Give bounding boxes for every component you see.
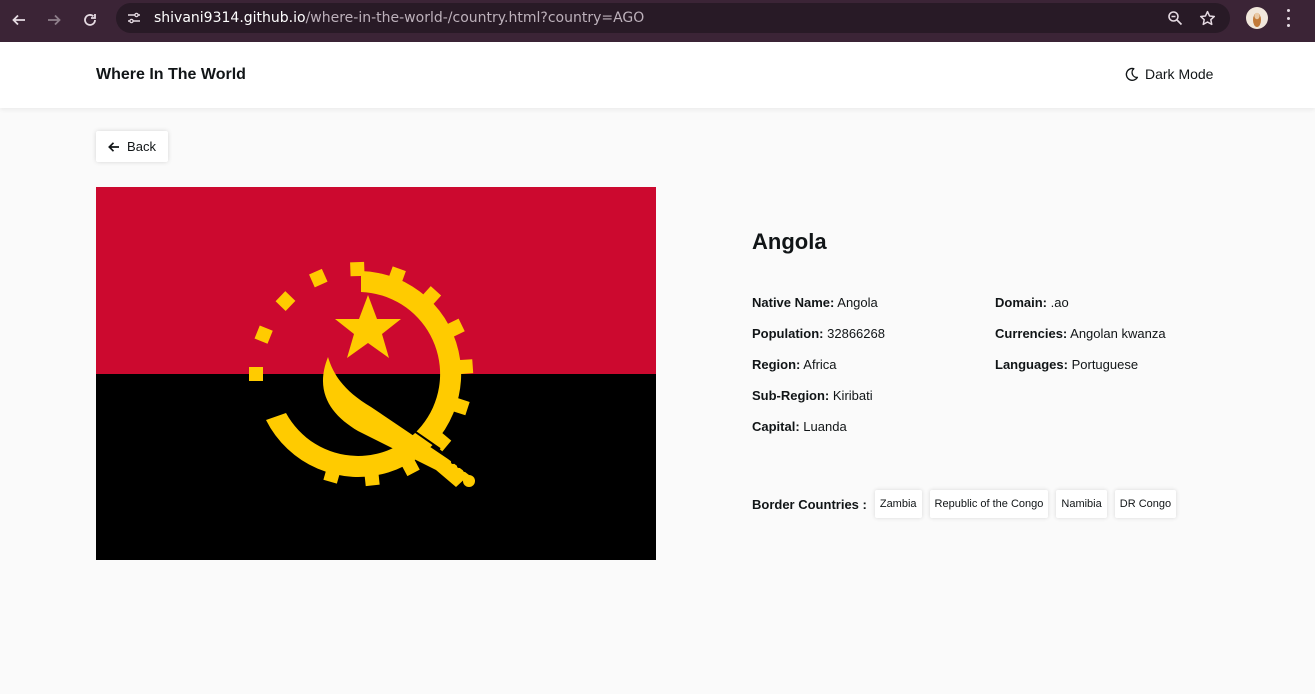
languages-label: Languages:: [995, 357, 1068, 372]
border-country-chip[interactable]: DR Congo: [1114, 490, 1177, 518]
population-value: 32866268: [827, 326, 885, 341]
capital-value: Luanda: [803, 419, 847, 434]
browser-menu-icon[interactable]: [1285, 9, 1291, 27]
country-flag: [96, 187, 656, 560]
reload-icon: [84, 14, 96, 26]
browser-reload-button[interactable]: [77, 7, 103, 33]
forward-arrow-icon: [48, 14, 61, 26]
domain-row: Domain: .ao: [995, 295, 1166, 326]
site-settings-icon[interactable]: [124, 8, 144, 28]
domain-label: Domain:: [995, 295, 1047, 310]
languages-row: Languages: Portuguese: [995, 357, 1166, 388]
back-button[interactable]: Back: [96, 131, 168, 162]
border-country-chip[interactable]: Republic of the Congo: [929, 490, 1049, 518]
profile-avatar[interactable]: [1246, 7, 1268, 29]
population-row: Population: 32866268: [752, 326, 885, 357]
border-countries-label: Border Countries :: [752, 496, 867, 512]
native-name-value: Angola: [837, 295, 878, 310]
browser-back-button[interactable]: [6, 7, 32, 33]
border-countries: Border Countries : Zambia Republic of th…: [752, 490, 1184, 518]
bookmark-star-icon[interactable]: [1198, 9, 1216, 27]
app-title: Where In The World: [96, 66, 246, 83]
native-name-row: Native Name: Angola: [752, 295, 885, 326]
region-label: Region:: [752, 357, 801, 372]
dark-mode-label: Dark Mode: [1145, 66, 1214, 82]
currencies-label: Currencies:: [995, 326, 1068, 341]
region-value: Africa: [803, 357, 837, 372]
back-arrow-icon: [12, 14, 25, 26]
border-country-chip[interactable]: Namibia: [1056, 490, 1107, 518]
back-label: Back: [127, 139, 156, 154]
region-row: Region: Africa: [752, 357, 885, 388]
dark-mode-toggle[interactable]: Dark Mode: [1124, 66, 1213, 82]
app-header: Where In The World Dark Mode: [0, 42, 1315, 108]
url-host: shivani9314.github.io: [154, 10, 306, 26]
arrow-left-icon: [108, 141, 120, 152]
sub-region-label: Sub-Region:: [752, 388, 830, 403]
browser-forward-button[interactable]: [41, 7, 67, 33]
currencies-row: Currencies: Angolan kwanza: [995, 326, 1166, 357]
country-name: Angola: [752, 229, 827, 254]
details-left: Native Name: Angola Population: 32866268…: [752, 295, 885, 450]
capital-row: Capital: Luanda: [752, 419, 885, 450]
native-name-label: Native Name:: [752, 295, 835, 310]
border-country-chip[interactable]: Zambia: [874, 490, 922, 518]
languages-value: Portuguese: [1071, 357, 1139, 372]
moon-icon: [1125, 67, 1139, 81]
details-right: Domain: .ao Currencies: Angolan kwanza L…: [995, 295, 1166, 388]
domain-value: .ao: [1050, 295, 1069, 310]
address-bar[interactable]: shivani9314.github.io/where-in-the-world…: [116, 3, 1230, 33]
population-label: Population:: [752, 326, 824, 341]
url-path: /where-in-the-world-/country.html?countr…: [305, 10, 645, 26]
browser-toolbar: shivani9314.github.io/where-in-the-world…: [0, 0, 1315, 42]
sub-region-row: Sub-Region: Kiribati: [752, 388, 885, 419]
zoom-icon[interactable]: [1166, 9, 1184, 27]
currencies-value: Angolan kwanza: [1070, 326, 1166, 341]
sub-region-value: Kiribati: [832, 388, 873, 403]
capital-label: Capital:: [752, 419, 800, 434]
url-text[interactable]: shivani9314.github.io/where-in-the-world…: [154, 10, 644, 26]
